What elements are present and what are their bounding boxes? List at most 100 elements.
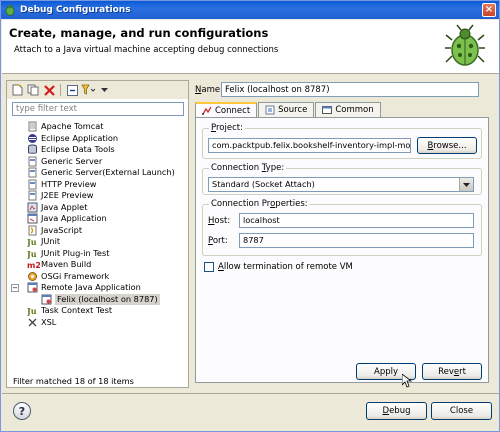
tree-item[interactable]: Java Application: [7, 213, 188, 225]
filter-text-input[interactable]: type filter text: [12, 102, 184, 116]
tab-connect-label: Connect: [215, 106, 251, 116]
connection-type-group: Connection Type: Standard (Socket Attach…: [202, 163, 482, 195]
window-close-button[interactable]: ×: [482, 3, 496, 17]
maven-icon: m2: [27, 259, 41, 270]
collapse-all-icon[interactable]: [65, 83, 79, 97]
xsl-icon: [27, 317, 38, 328]
tab-connect[interactable]: Connect: [195, 102, 258, 118]
server-icon: [27, 179, 38, 190]
tree-item-label: Java Application: [41, 213, 107, 223]
debug-window-icon: [4, 4, 16, 16]
tree-item[interactable]: JavaScript: [7, 225, 188, 237]
applet-icon: [27, 202, 38, 213]
tree-item-label: Eclipse Application: [41, 132, 119, 143]
connection-properties-label-rest: perties:: [275, 199, 308, 209]
tree-item[interactable]: Eclipse Application: [7, 133, 188, 145]
tree-item[interactable]: Generic Server: [7, 156, 188, 168]
project-group: Project: com.packtpub.felix.bookshelf-in…: [202, 123, 482, 159]
port-label-rest: ort:: [212, 236, 228, 246]
connection-type-select[interactable]: Standard (Socket Attach): [208, 177, 474, 192]
project-field[interactable]: com.packtpub.felix.bookshelf-inventory-i…: [208, 138, 411, 153]
tomcat-icon: [27, 121, 38, 132]
tree-item-label: JUnit: [41, 236, 61, 246]
svg-text:Ju: Ju: [27, 306, 37, 316]
tree-item[interactable]: Java Applet: [7, 202, 188, 214]
tree-item-label: Eclipse Data Tools: [41, 144, 115, 154]
tree-item[interactable]: − Remote Java Application: [7, 282, 188, 294]
tab-source-label: Source: [278, 105, 308, 115]
tree-item-label: J2EE Preview: [41, 190, 94, 200]
data-tools-icon: [27, 144, 38, 155]
tree-item[interactable]: Ju JUnit: [7, 236, 188, 248]
configuration-tabs: Connect Source Common: [195, 102, 382, 118]
tree-item[interactable]: XSL: [7, 317, 188, 329]
configuration-list-pane: type filter text Apache Tomcat Eclipse Ap…: [6, 80, 189, 388]
connection-properties-label: Connection Properties:: [209, 199, 310, 209]
connection-type-value: Standard (Socket Attach): [212, 179, 315, 189]
project-group-label: Project:: [209, 123, 245, 133]
tree-item[interactable]: Apache Tomcat: [7, 121, 188, 133]
close-button-label: Close: [449, 406, 474, 416]
tree-item-label: OSGi Framework: [41, 270, 110, 281]
footer-separator: [2, 393, 499, 394]
delete-configuration-icon[interactable]: [42, 83, 56, 97]
tree-item[interactable]: Ju JUnit Plug-in Test: [7, 248, 188, 260]
tab-common[interactable]: Common: [315, 102, 381, 117]
server-icon: [27, 156, 38, 167]
allow-termination-label: Allow termination of remote VM: [218, 262, 353, 272]
connection-type-label-rest: ype:: [265, 163, 285, 173]
tab-source[interactable]: Source: [258, 102, 315, 117]
filter-status-text: Filter matched 18 of 18 items: [13, 376, 134, 386]
junit-plugin-icon: Ju: [26, 248, 38, 259]
browse-button-label: rowse...: [433, 140, 467, 151]
tree-item[interactable]: J2EE Preview: [7, 190, 188, 202]
close-button[interactable]: Close: [431, 402, 492, 420]
header-description: Attach to a Java virtual machine accepti…: [14, 45, 279, 55]
tree-item[interactable]: Ju Task Context Test: [7, 305, 188, 317]
remote-java-icon: [27, 282, 38, 293]
filter-dropdown-chevron-icon[interactable]: [97, 83, 111, 97]
allow-termination-checkbox[interactable]: [204, 262, 214, 272]
duplicate-configuration-icon[interactable]: [26, 83, 40, 97]
tree-item[interactable]: Eclipse Data Tools: [7, 144, 188, 156]
server-icon: [27, 190, 38, 201]
tree-item-label: Generic Server(External Launch): [41, 167, 175, 177]
tree-item[interactable]: m2 Maven Build: [7, 259, 188, 271]
tree-item-label: Apache Tomcat: [41, 121, 104, 131]
tree-item[interactable]: OSGi Framework: [7, 271, 188, 283]
configuration-name-field[interactable]: Felix (localhost on 8787): [221, 82, 479, 97]
tree-item-label: Remote Java Application: [41, 282, 141, 292]
port-field[interactable]: 8787: [239, 233, 474, 248]
junit-icon: Ju: [26, 236, 38, 247]
eclipse-icon: [27, 133, 38, 144]
name-label: Name:: [195, 85, 223, 95]
dropdown-arrow-icon[interactable]: [459, 178, 473, 191]
header-title: Create, manage, and run configurations: [9, 26, 269, 40]
project-label-rest: roject:: [215, 123, 243, 133]
debug-button[interactable]: Debug: [366, 402, 427, 420]
source-icon: [265, 105, 275, 115]
tree-child-item[interactable]: Felix (localhost on 8787): [7, 293, 188, 305]
title-bar[interactable]: Debug Configurations ×: [1, 1, 499, 19]
help-button[interactable]: ?: [13, 402, 31, 420]
tree-item[interactable]: Generic Server(External Launch): [7, 167, 188, 179]
svg-text:Ju: Ju: [27, 237, 37, 247]
revert-button[interactable]: Rev e rt: [422, 363, 482, 380]
remote-java-icon: [41, 294, 52, 305]
debug-configurations-window: Debug Configurations × Create, manage, a…: [0, 0, 500, 432]
tree-item[interactable]: HTTP Preview: [7, 179, 188, 191]
tab-common-label: Common: [335, 105, 374, 115]
window-title: Debug Configurations: [20, 5, 131, 15]
dialog-header: Create, manage, and run configurations A…: [2, 20, 499, 74]
new-launch-configuration-icon[interactable]: [10, 83, 24, 97]
filter-configurations-icon[interactable]: [81, 83, 95, 97]
port-label: Port:: [208, 236, 228, 246]
junit-icon: Ju: [26, 305, 38, 316]
debug-button-label: ebug: [389, 406, 411, 416]
host-label-rest: ost:: [214, 216, 231, 226]
javascript-icon: [27, 225, 38, 236]
browse-button[interactable]: Browse...: [417, 137, 477, 154]
tree-collapse-icon[interactable]: −: [11, 284, 19, 292]
connect-icon: [202, 106, 212, 115]
host-field[interactable]: localhost: [239, 213, 474, 228]
